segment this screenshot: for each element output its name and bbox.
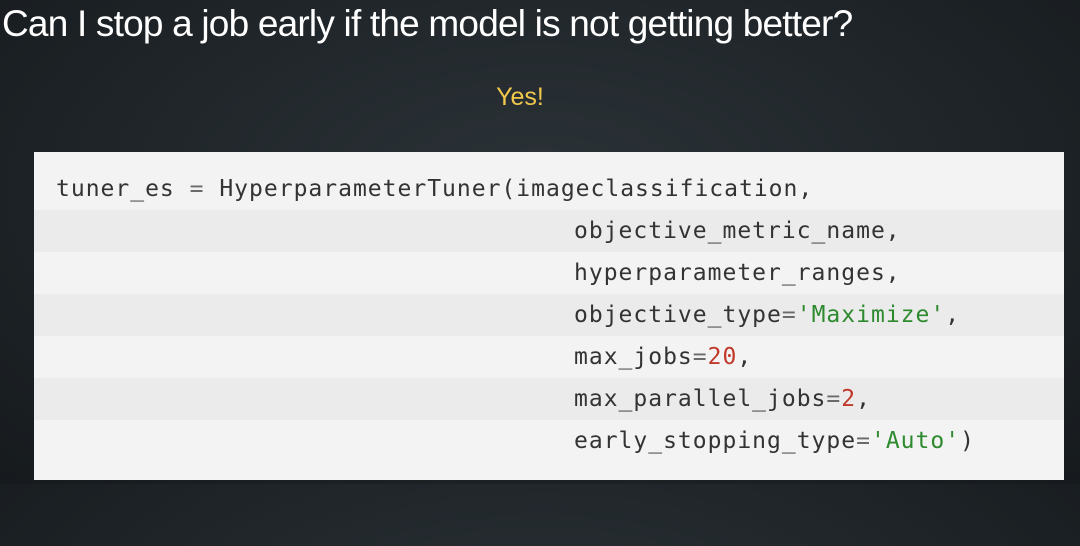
code-line-5: max_jobs=20,: [34, 336, 1064, 378]
code-block: tuner_es = HyperparameterTuner(imageclas…: [34, 152, 1064, 480]
code-operator: =: [692, 344, 708, 370]
code-punctuation: ,: [856, 386, 871, 412]
code-arg-key: max_parallel_jobs: [574, 386, 827, 412]
code-line-3: hyperparameter_ranges,: [34, 252, 1064, 294]
code-arg-key: objective_type: [574, 302, 782, 328]
code-punctuation: ): [960, 428, 975, 454]
code-line-6: max_parallel_jobs=2,: [34, 378, 1064, 420]
code-arg-key: early_stopping_type: [574, 428, 857, 454]
code-arg: objective_metric_name,: [574, 218, 901, 244]
slide-subtitle: Yes!: [496, 83, 544, 111]
code-operator: =: [826, 386, 842, 412]
code-string-value: 'Auto': [870, 428, 961, 454]
code-operator: =: [174, 176, 220, 202]
code-line-1: tuner_es = HyperparameterTuner(imageclas…: [34, 168, 1064, 210]
code-operator: =: [856, 428, 871, 454]
code-call: HyperparameterTuner(imageclassification,: [219, 176, 814, 202]
slide: Can I stop a job early if the model is n…: [0, 0, 1080, 484]
code-punctuation: ,: [737, 344, 753, 370]
code-line-7: early_stopping_type='Auto'): [34, 420, 1064, 462]
slide-title: Can I stop a job early if the model is n…: [2, 3, 853, 44]
code-operator: =: [781, 302, 797, 328]
code-arg: hyperparameter_ranges,: [574, 260, 901, 286]
code-number-value: 20: [707, 344, 738, 370]
code-arg-key: max_jobs: [574, 344, 693, 370]
code-string-value: 'Maximize': [796, 302, 946, 328]
code-punctuation: ,: [945, 302, 961, 328]
code-number-value: 2: [841, 386, 857, 412]
code-variable: tuner_es: [56, 176, 175, 202]
code-line-4: objective_type='Maximize',: [34, 294, 1064, 336]
code-line-2: objective_metric_name,: [34, 210, 1064, 252]
